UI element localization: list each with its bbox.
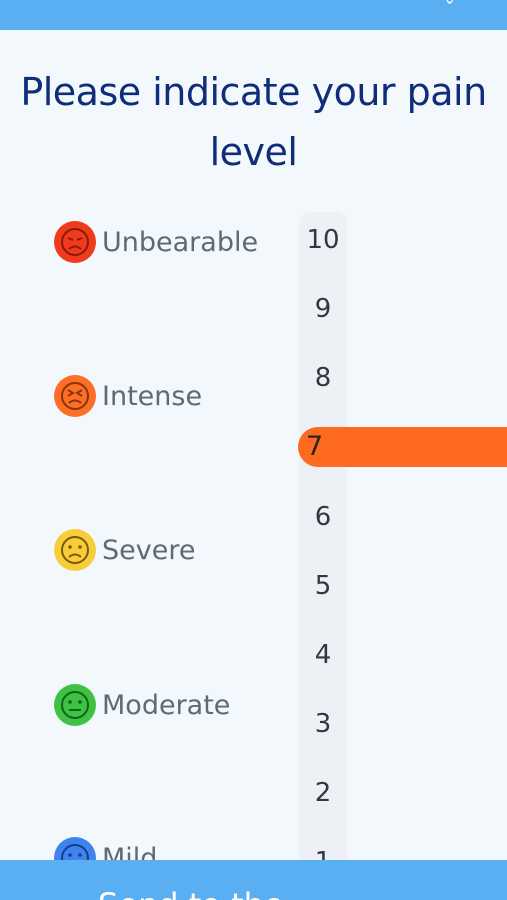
scale-number-2[interactable]: 2 (300, 778, 346, 808)
crying-face-icon (54, 221, 96, 263)
send-button-label: Send to the (98, 886, 284, 900)
top-bar: ⌄ (0, 0, 507, 30)
scale-number-7-selected: 7 (306, 431, 324, 462)
selected-level-indicator[interactable]: 7 (298, 427, 507, 467)
scale-number-4[interactable]: 4 (300, 640, 346, 670)
level-label: Intense (102, 380, 203, 412)
level-label: Severe (102, 534, 196, 566)
sad-face-icon (54, 529, 96, 571)
send-button[interactable]: Send to the (0, 860, 507, 900)
level-moderate[interactable]: Moderate (54, 683, 230, 727)
scale-number-5[interactable]: 5 (300, 571, 346, 601)
chevron-down-icon[interactable]: ⌄ (443, 0, 463, 8)
distressed-face-icon (54, 375, 96, 417)
neutral-face-icon (54, 684, 96, 726)
level-unbearable[interactable]: Unbearable (54, 220, 258, 264)
scale-number-9[interactable]: 9 (300, 294, 346, 324)
page-title: Please indicate your pain level (20, 70, 487, 174)
level-label: Unbearable (102, 226, 259, 258)
scale-number-8[interactable]: 8 (300, 363, 346, 393)
scale-number-10[interactable]: 10 (300, 225, 346, 255)
level-severe[interactable]: Severe (54, 528, 195, 572)
level-intense[interactable]: Intense (54, 374, 202, 418)
scale-number-3[interactable]: 3 (300, 709, 346, 739)
scale-number-6[interactable]: 6 (300, 502, 346, 532)
level-label: Moderate (102, 689, 231, 721)
